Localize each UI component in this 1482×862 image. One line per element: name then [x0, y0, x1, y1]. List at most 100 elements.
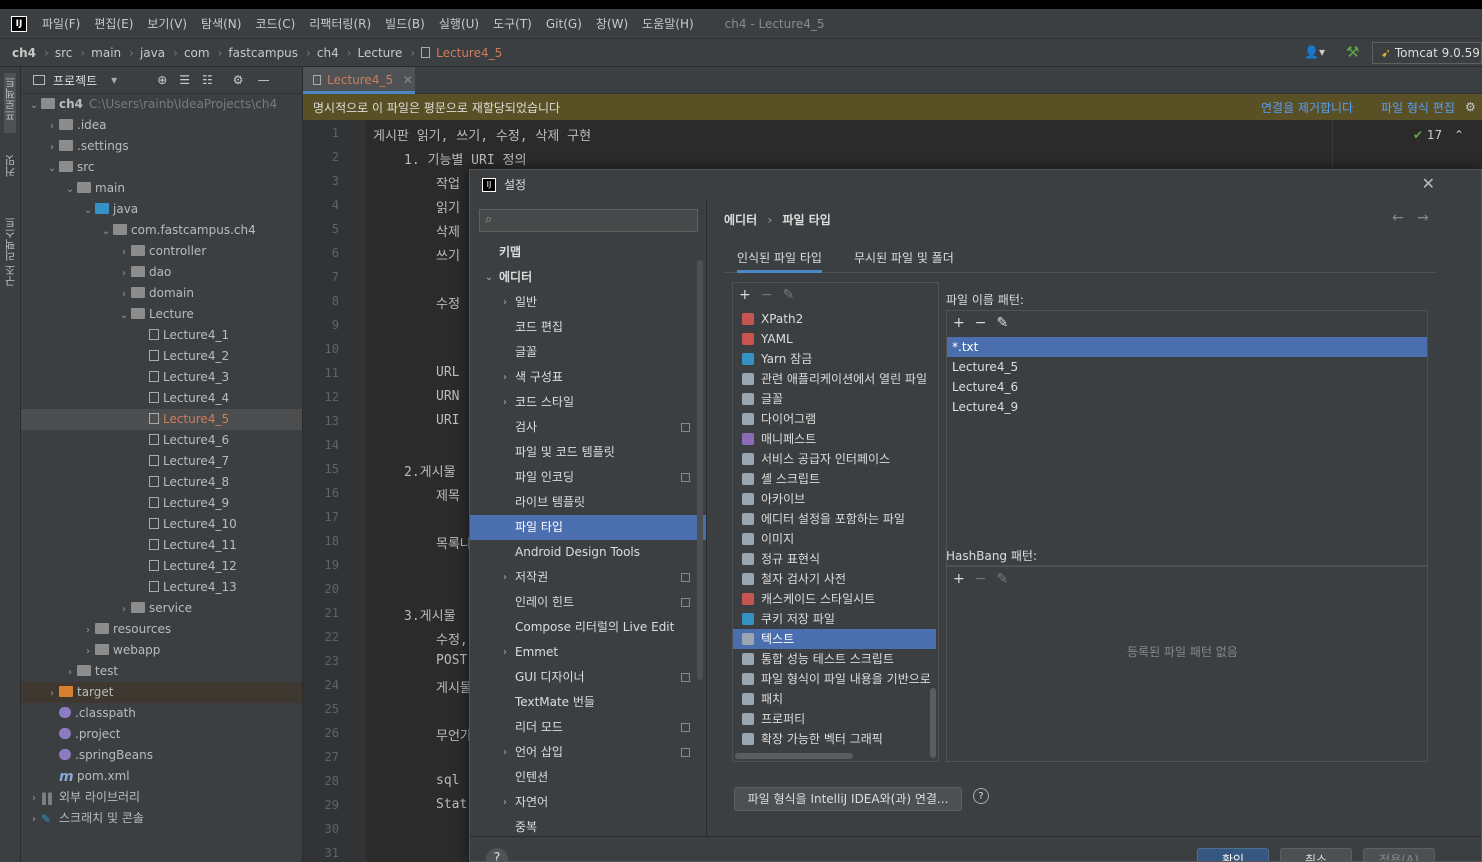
- settings-tree-item[interactable]: GUI 디자이너: [470, 665, 706, 690]
- settings-tree-item[interactable]: › Emmet: [470, 640, 706, 665]
- breadcrumb-ch4-pkg[interactable]: ch4: [317, 46, 341, 60]
- expand-all-icon[interactable]: ☰: [179, 73, 190, 87]
- settings-tree-item[interactable]: 파일 및 코드 템플릿: [470, 440, 706, 465]
- settings-tree-item[interactable]: Android Design Tools: [470, 540, 706, 565]
- tree-item[interactable]: ⌄ java: [21, 199, 302, 221]
- structure-tool-button[interactable]: 구조 리팩스트: [3, 217, 19, 287]
- file-type-item[interactable]: 셸 스크립트: [733, 469, 936, 489]
- tree-arrow-icon[interactable]: ›: [81, 641, 95, 662]
- settings-tree-item[interactable]: ⌄ 에디터: [470, 265, 706, 290]
- tree-item[interactable]: ⌄ Lecture: [21, 304, 302, 325]
- tree-item[interactable]: › resources: [21, 619, 302, 640]
- file-type-item[interactable]: YAML: [733, 329, 936, 349]
- tree-arrow-icon[interactable]: ⌄: [81, 200, 95, 221]
- tree-item[interactable]: .springBeans: [21, 745, 302, 766]
- tree-arrow-icon[interactable]: ›: [117, 284, 131, 305]
- tree-item[interactable]: Lecture4_3: [21, 367, 302, 388]
- breadcrumb-com[interactable]: com: [184, 46, 212, 60]
- tree-arrow-icon[interactable]: ›: [499, 365, 511, 390]
- tree-item[interactable]: Lecture4_8: [21, 472, 302, 493]
- settings-tree-item[interactable]: › 색 구성표: [470, 365, 706, 390]
- settings-search-input[interactable]: ⌕: [479, 209, 698, 232]
- settings-tree-item[interactable]: 키맵: [470, 240, 706, 265]
- tree-arrow-icon[interactable]: ›: [117, 242, 131, 263]
- tree-item[interactable]: › webapp: [21, 640, 302, 662]
- close-icon[interactable]: ✕: [403, 73, 413, 87]
- menu-navigate[interactable]: 탐색(N): [194, 15, 248, 32]
- breadcrumb-src[interactable]: src: [55, 46, 75, 60]
- tree-item[interactable]: Lecture4_7: [21, 451, 302, 472]
- tab-recognized-file-types[interactable]: 인식된 파일 타입: [737, 248, 822, 273]
- file-type-item[interactable]: 철자 검사기 사전: [733, 569, 936, 589]
- collapse-all-icon[interactable]: ☷: [202, 73, 213, 87]
- file-type-item[interactable]: 통합 성능 테스트 스크립트: [733, 649, 936, 669]
- tree-item[interactable]: › domain: [21, 283, 302, 305]
- tree-root[interactable]: ⌄ ch4 C:\Users\rainb\IdeaProjects\ch4: [21, 94, 302, 115]
- menu-run[interactable]: 실행(U): [432, 15, 486, 32]
- tree-arrow-icon[interactable]: ›: [117, 263, 131, 284]
- tree-item[interactable]: › .settings: [21, 136, 302, 158]
- build-hammer-icon[interactable]: ⚒: [1346, 43, 1359, 61]
- file-type-item[interactable]: 프로퍼티: [733, 709, 936, 729]
- file-type-item[interactable]: 확장 가능한 벡터 그래픽: [733, 729, 936, 749]
- tree-arrow-icon[interactable]: ›: [117, 599, 131, 620]
- tree-arrow-icon[interactable]: ›: [27, 809, 41, 830]
- menu-git[interactable]: Git(G): [539, 17, 589, 31]
- add-icon[interactable]: +: [739, 287, 751, 303]
- menu-help[interactable]: 도움말(H): [635, 15, 701, 32]
- settings-tree-item[interactable]: › 일반: [470, 290, 706, 315]
- settings-tree-item[interactable]: 파일 인코딩: [470, 465, 706, 490]
- tree-arrow-icon[interactable]: ›: [499, 740, 511, 765]
- tree-arrow-icon[interactable]: ›: [45, 116, 59, 137]
- file-type-item[interactable]: 에디터 설정을 포함하는 파일: [733, 509, 936, 529]
- add-icon[interactable]: +: [953, 571, 965, 587]
- pattern-item[interactable]: *.txt: [947, 337, 1427, 357]
- tree-arrow-icon[interactable]: ›: [499, 290, 511, 315]
- run-configuration-selector[interactable]: ➹ Tomcat 9.0.59: [1372, 42, 1482, 64]
- edit-file-type-link[interactable]: 파일 형식 편집: [1381, 99, 1455, 116]
- tree-item[interactable]: Lecture4_12: [21, 556, 302, 577]
- tree-arrow-icon[interactable]: ›: [45, 137, 59, 158]
- tree-item[interactable]: .project: [21, 724, 302, 745]
- tree-item[interactable]: Lecture4_9: [21, 493, 302, 514]
- tree-item[interactable]: Lecture4_4: [21, 388, 302, 409]
- tree-arrow-icon[interactable]: ›: [45, 683, 59, 704]
- tree-item[interactable]: › target: [21, 682, 302, 704]
- breadcrumb-ch4[interactable]: ch4: [12, 46, 38, 60]
- settings-tree-item[interactable]: 코드 편집: [470, 315, 706, 340]
- tree-item[interactable]: › ✎ 스크래치 및 콘솔: [21, 808, 302, 830]
- gear-icon[interactable]: ⚙: [233, 73, 244, 87]
- file-type-item[interactable]: 정규 표현식: [733, 549, 936, 569]
- tree-arrow-icon[interactable]: ›: [63, 662, 77, 683]
- apply-button[interactable]: 적용(A): [1363, 848, 1435, 861]
- file-type-item[interactable]: 서비스 공급자 인터페이스: [733, 449, 936, 469]
- forward-arrow-icon[interactable]: →: [1417, 210, 1429, 226]
- pattern-item[interactable]: Lecture4_5: [947, 357, 1427, 377]
- tree-item[interactable]: › ‖‖ 외부 라이브러리: [21, 787, 302, 808]
- menu-view[interactable]: 보기(V): [140, 15, 194, 32]
- tree-item[interactable]: Lecture4_2: [21, 346, 302, 367]
- editor-tab-active[interactable]: Lecture4_5 ✕: [303, 67, 415, 94]
- chevron-up-icon[interactable]: ⌃: [1454, 128, 1464, 142]
- file-type-item[interactable]: 텍스트: [733, 629, 936, 649]
- tree-item[interactable]: Lecture4_6: [21, 430, 302, 451]
- tree-item[interactable]: ⌄ main: [21, 178, 302, 199]
- inspection-widget[interactable]: ✔ 17 ⌃: [1413, 128, 1464, 142]
- settings-tree-item[interactable]: 글꼴: [470, 340, 706, 365]
- settings-tree-item[interactable]: 파일 타입: [470, 515, 706, 540]
- settings-tree-item[interactable]: 리더 모드: [470, 715, 706, 740]
- menu-tools[interactable]: 도구(T): [486, 15, 539, 32]
- settings-tree-item[interactable]: › 자연어: [470, 790, 706, 815]
- ok-button[interactable]: 확인: [1197, 848, 1269, 861]
- file-type-item[interactable]: 캐스케이드 스타일시트: [733, 589, 936, 609]
- project-panel-title[interactable]: 프로젝트: [53, 72, 97, 89]
- tree-item[interactable]: › dao: [21, 262, 302, 284]
- settings-tree-item[interactable]: › 저작권: [470, 565, 706, 590]
- file-type-item[interactable]: 매니페스트: [733, 429, 936, 449]
- menu-file[interactable]: 파일(F): [35, 15, 87, 32]
- breadcrumb-file[interactable]: Lecture4_5: [436, 46, 504, 60]
- commit-tool-button[interactable]: 커밋: [3, 155, 19, 177]
- settings-tree-item[interactable]: 검사: [470, 415, 706, 440]
- cancel-button[interactable]: 취소: [1280, 848, 1352, 861]
- file-type-list-scrollbar[interactable]: [930, 688, 936, 758]
